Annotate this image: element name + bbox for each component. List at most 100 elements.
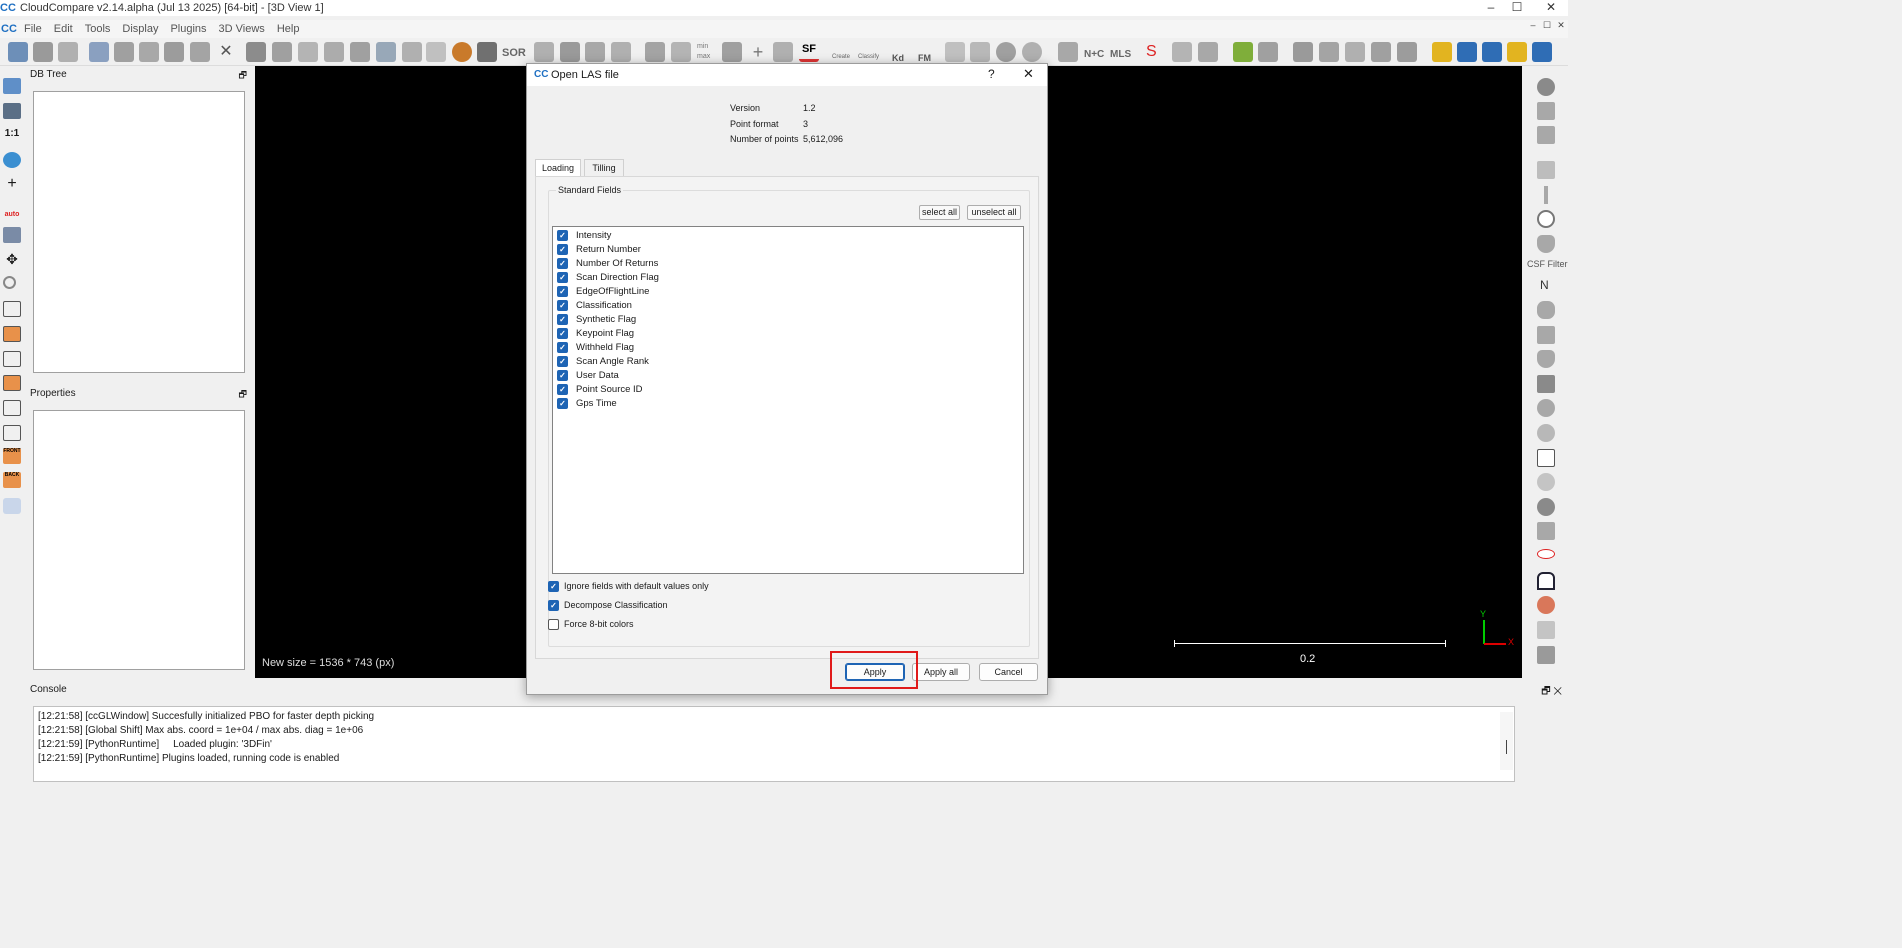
histogram-icon[interactable]	[645, 42, 665, 62]
properties-panel[interactable]	[33, 410, 245, 670]
plugin-icon[interactable]	[945, 42, 965, 62]
canupo-create-icon[interactable]: Create	[832, 42, 852, 62]
field-item-scan-angle-rank[interactable]: ✓ Scan Angle Rank	[557, 354, 649, 368]
menu-file[interactable]: File	[18, 23, 48, 35]
view-left-icon[interactable]	[3, 351, 21, 367]
sf-icon[interactable]: SF	[799, 42, 819, 62]
open-icon[interactable]	[8, 42, 28, 62]
field-item-return-number[interactable]: ✓ Return Number	[557, 242, 641, 256]
mdi-restore-button[interactable]: ☐	[1540, 20, 1554, 31]
csf-filter-label[interactable]: CSF Filter	[1527, 259, 1568, 269]
force-8bit-option[interactable]: Force 8-bit colors	[548, 617, 634, 631]
layers-icon[interactable]	[1537, 522, 1555, 540]
field-item-withheld-flag[interactable]: ✓ Withheld Flag	[557, 340, 634, 354]
ruler-icon[interactable]	[1537, 621, 1555, 639]
console-controls[interactable]: 🗗 ✕	[1541, 684, 1562, 701]
clapper-icon[interactable]	[1537, 161, 1555, 179]
move-icon[interactable]: ✥	[3, 252, 21, 268]
kd-icon[interactable]: Kd	[892, 42, 912, 63]
pcv-icon[interactable]	[1537, 375, 1555, 393]
hexagon-icon[interactable]	[1537, 399, 1555, 417]
checkbox-checked-icon[interactable]: ✓	[557, 229, 568, 241]
float-icon[interactable]: 🗗	[239, 386, 247, 402]
save-icon[interactable]	[33, 42, 53, 62]
unselect-all-button[interactable]: unselect all	[967, 205, 1021, 220]
m3c2-icon[interactable]	[1537, 326, 1555, 344]
python-run-icon[interactable]	[1457, 42, 1477, 62]
fm-icon[interactable]: FM	[918, 42, 938, 63]
compass-icon[interactable]	[1537, 210, 1555, 228]
stereo-icon[interactable]	[3, 498, 21, 514]
checkbox-unchecked-icon[interactable]	[548, 618, 559, 630]
menu-edit[interactable]: Edit	[48, 23, 79, 35]
field-item-point-source-id[interactable]: ✓ Point Source ID	[557, 382, 643, 396]
back-iso-icon[interactable]: BACK	[3, 472, 21, 488]
checkbox-checked-icon[interactable]: ✓	[557, 397, 568, 409]
cc-icon[interactable]	[426, 42, 446, 62]
float-icon[interactable]: 🗗	[239, 67, 247, 83]
subsample-icon[interactable]	[164, 42, 184, 62]
clone-icon[interactable]	[89, 42, 109, 62]
console-log[interactable]: [12:21:58] [ccGLWindow] Succesfully init…	[33, 706, 1515, 782]
menu-display[interactable]: Display	[116, 23, 164, 35]
field-item-keypoint-flag[interactable]: ✓ Keypoint Flag	[557, 326, 634, 340]
align-icon[interactable]	[376, 42, 396, 62]
field-item-synthetic-flag[interactable]: ✓ Synthetic Flag	[557, 312, 636, 326]
menu-3d-views[interactable]: 3D Views	[213, 23, 271, 35]
rsd-icon[interactable]	[1537, 424, 1555, 442]
tree-plugin-icon[interactable]	[1233, 42, 1253, 62]
gear-icon[interactable]	[1537, 498, 1555, 516]
nc-icon[interactable]: N+C	[1084, 42, 1104, 62]
ellipse-icon[interactable]	[1537, 549, 1555, 559]
add-sf-icon[interactable]: +	[748, 42, 768, 62]
puzzle-icon[interactable]	[1058, 42, 1078, 62]
checkbox-checked-icon[interactable]: ✓	[557, 341, 568, 353]
sor-filter-icon[interactable]: SOR	[502, 42, 526, 62]
plane-icon[interactable]	[585, 42, 605, 62]
view-front-icon[interactable]	[3, 326, 21, 342]
label-icon[interactable]	[452, 42, 472, 62]
menu-tools[interactable]: Tools	[79, 23, 117, 35]
menu-plugins[interactable]: Plugins	[164, 23, 212, 35]
python-doc-icon[interactable]	[1507, 42, 1527, 62]
checkbox-checked-icon[interactable]: ✓	[557, 369, 568, 381]
python-icon[interactable]	[1532, 42, 1552, 62]
registration-icon[interactable]	[350, 42, 370, 62]
checkbox-checked-icon[interactable]: ✓	[557, 257, 568, 269]
rotation-center-icon[interactable]	[3, 152, 21, 168]
cancel-button[interactable]: Cancel	[979, 663, 1038, 681]
mountain5-icon[interactable]	[1397, 42, 1417, 62]
save-all-icon[interactable]	[58, 42, 78, 62]
zoom-icon[interactable]	[3, 276, 16, 289]
calculator-icon[interactable]	[773, 42, 793, 62]
noise-icon[interactable]	[298, 42, 318, 62]
min-max-icon[interactable]: min max	[697, 42, 717, 62]
s-tool-icon[interactable]	[1172, 42, 1192, 62]
field-item-classification[interactable]: ✓ Classification	[557, 298, 632, 312]
checkbox-checked-icon[interactable]: ✓	[557, 271, 568, 283]
forest-icon[interactable]	[1258, 42, 1278, 62]
merge-icon[interactable]	[139, 42, 159, 62]
mdi-close-button[interactable]: ✕	[1554, 20, 1568, 31]
fire-icon[interactable]	[1537, 596, 1555, 614]
field-item-number-of-returns[interactable]: ✓ Number Of Returns	[557, 256, 658, 270]
checkbox-checked-icon[interactable]: ✓	[557, 243, 568, 255]
segment-icon[interactable]	[190, 42, 210, 62]
pick-center-icon[interactable]: +	[3, 176, 21, 193]
apply-all-button[interactable]: Apply all	[912, 663, 970, 681]
mountain4-icon[interactable]	[1371, 42, 1391, 62]
front-iso-icon[interactable]: FRONT	[3, 448, 21, 464]
dialog-close-button[interactable]: ✕	[1023, 66, 1034, 82]
cube-icon[interactable]	[1537, 449, 1555, 467]
normals-icon[interactable]	[534, 42, 554, 62]
shield2-icon[interactable]	[1537, 350, 1555, 368]
checkbox-checked-icon[interactable]: ✓	[557, 383, 568, 395]
fields-list[interactable]: ✓ Intensity ✓ Return Number ✓ Number Of Ret…	[552, 226, 1024, 574]
camera-icon[interactable]	[3, 103, 21, 119]
canupo-classify-icon[interactable]: Classify	[858, 42, 879, 62]
cog-group-icon[interactable]	[1537, 473, 1555, 491]
fine-registration-icon[interactable]	[402, 42, 422, 62]
view-right-icon[interactable]	[3, 400, 21, 416]
checker-icon[interactable]	[477, 42, 497, 62]
tab-tilling[interactable]: Tilling	[584, 159, 624, 177]
